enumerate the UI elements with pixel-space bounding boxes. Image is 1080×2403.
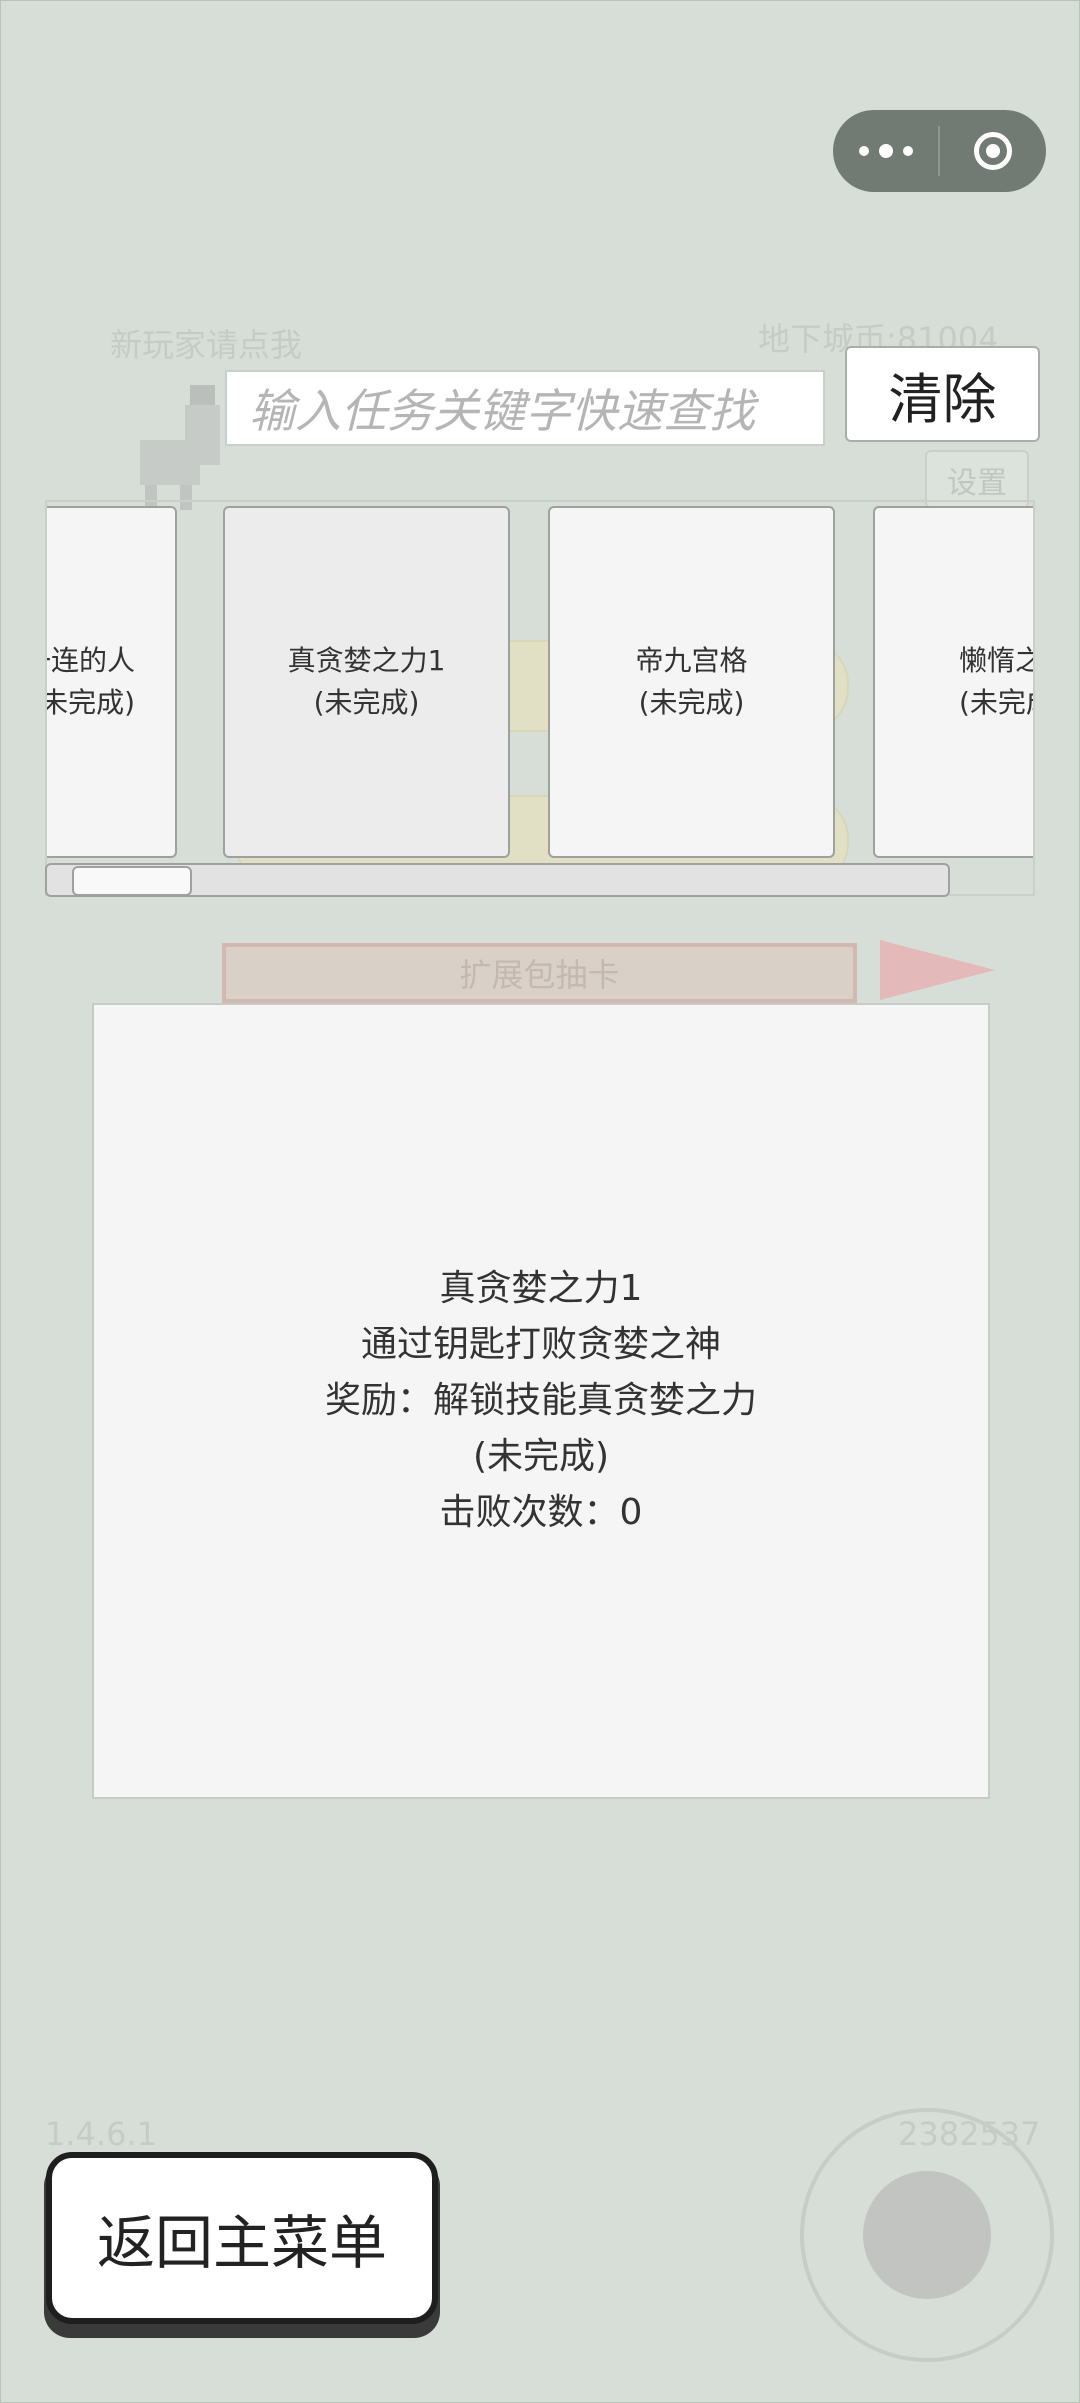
task-card-carousel[interactable]: 一连的人 (未完成) 真贪婪之力1 (未完成) 帝九宫格 (未完成) 懒惰之力 … — [45, 500, 1035, 896]
flag-icon — [880, 940, 995, 1000]
task-search-input[interactable]: 输入任务关键字快速查找 — [225, 370, 825, 446]
task-detail-status: (未完成) — [472, 1436, 610, 1477]
task-detail-title: 真贪婪之力1 — [439, 1268, 643, 1309]
task-card[interactable]: 一连的人 (未完成) — [47, 506, 177, 858]
task-card[interactable]: 懒惰之力 (未完成) — [873, 506, 1033, 858]
clear-button[interactable]: 清除 — [845, 346, 1040, 442]
version-label: 1.4.6.1 — [45, 2115, 157, 2153]
joystick-knob[interactable] — [863, 2171, 991, 2299]
task-detail-panel: 真贪婪之力1 通过钥匙打败贪婪之神 奖励：解锁技能真贪婪之力 (未完成) 击败次… — [92, 1003, 990, 1799]
task-card-name: 真贪婪之力1 — [287, 644, 446, 677]
back-to-main-menu-button[interactable]: 返回主菜单 — [46, 2152, 438, 2324]
task-card-status: (未完成) — [638, 686, 745, 719]
task-detail-reward: 奖励：解锁技能真贪婪之力 — [324, 1380, 757, 1421]
task-card-status: (未完成) — [313, 686, 420, 719]
task-detail-description: 通过钥匙打败贪婪之神 — [360, 1324, 721, 1365]
task-card-name: 懒惰之力 — [959, 644, 1033, 677]
task-card-status: (未完成) — [959, 686, 1033, 719]
task-card-name: 一连的人 — [47, 644, 135, 677]
task-detail-defeat-count: 击败次数：0 — [439, 1492, 643, 1533]
carousel-scrollbar[interactable] — [45, 863, 950, 897]
task-card[interactable]: 帝九宫格 (未完成) — [548, 506, 835, 858]
expansion-draw-label: 扩展包抽卡 — [459, 956, 620, 994]
expansion-draw-button-bg: 扩展包抽卡 — [222, 943, 857, 1003]
new-player-hint: 新玩家请点我 — [110, 326, 303, 364]
task-card-selected[interactable]: 真贪婪之力1 (未完成) — [223, 506, 510, 858]
task-card-status: (未完成) — [47, 686, 135, 719]
task-card-name: 帝九宫格 — [635, 644, 748, 677]
virtual-joystick[interactable] — [800, 2108, 1054, 2362]
miniprogram-capsule — [833, 110, 1046, 192]
more-options-icon[interactable] — [833, 110, 938, 192]
close-miniprogram-icon[interactable] — [940, 110, 1045, 192]
scrollbar-thumb[interactable] — [72, 866, 192, 896]
